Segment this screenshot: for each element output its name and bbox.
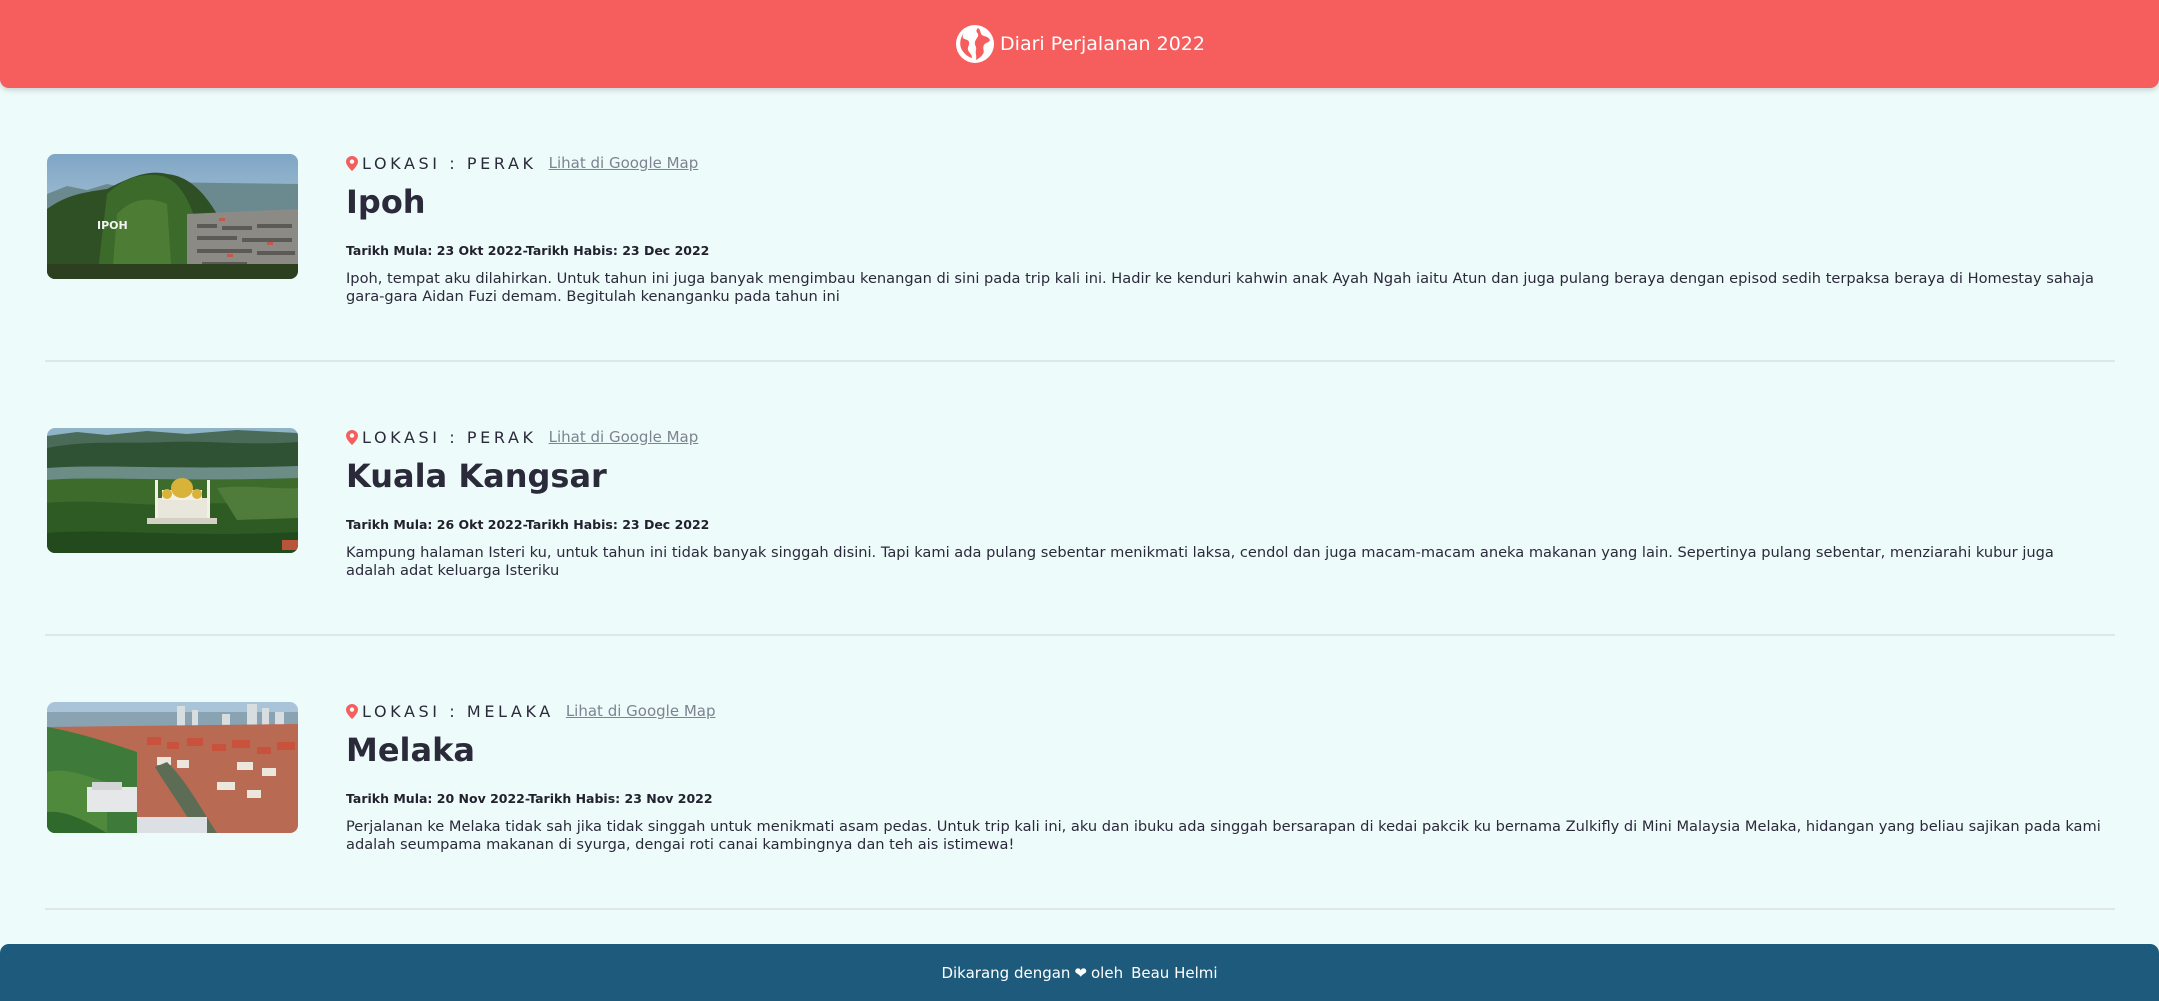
google-map-link[interactable]: Lihat di Google Map [549,428,699,446]
site-footer: Dikarang dengan ❤ oleh Beau Helmi [0,944,2159,1001]
site-header: Diari Perjalanan 2022 [0,0,2159,88]
footer-by: oleh [1091,963,1124,982]
location-label: LOKASI : MELAKA [362,701,554,721]
heart-icon: ❤ [1074,963,1087,982]
entry-info: LOKASI : MELAKA Lihat di Google Map Mela… [346,700,2105,854]
map-pin-icon [346,429,358,445]
site-title: Diari Perjalanan 2022 [1000,33,1205,55]
google-map-link[interactable]: Lihat di Google Map [549,154,699,172]
trip-description: Ipoh, tempat aku dilahirkan. Untuk tahun… [346,270,2094,305]
place-title: Kuala Kangsar [346,457,607,495]
entry-card: LOKASI : PERAK Lihat di Google Map Kuala… [45,362,2115,636]
entry-card: IPOH LOKASI : PERAK Lihat di Google Map … [45,88,2115,362]
entry-card: LOKASI : MELAKA Lihat di Google Map Mela… [45,636,2115,910]
trip-dates: Tarikh Mula: 20 Nov 2022-Tarikh Habis: 2… [346,791,713,806]
footer-author: Beau Helmi [1131,963,1218,982]
location-label: LOKASI : PERAK [362,153,537,173]
map-pin-icon [346,155,358,171]
location-line: LOKASI : PERAK Lihat di Google Map [346,426,2105,448]
trip-description: Kampung halaman Isteri ku, untuk tahun i… [346,544,2054,579]
entry-image-melaka [47,702,298,833]
google-map-link[interactable]: Lihat di Google Map [566,702,716,720]
place-title: Ipoh [346,183,426,221]
footer-made-with: Dikarang dengan [941,963,1071,982]
trip-description: Perjalanan ke Melaka tidak sah jika tida… [346,818,2101,853]
place-title: Melaka [346,731,475,769]
entry-image-ipoh: IPOH [47,154,298,279]
entry-image-kuala-kangsar [47,428,298,553]
trip-dates: Tarikh Mula: 26 Okt 2022-Tarikh Habis: 2… [346,517,710,532]
entry-info: LOKASI : PERAK Lihat di Google Map Kuala… [346,426,2105,580]
ipoh-sign-text: IPOH [97,219,128,232]
entry-info: LOKASI : PERAK Lihat di Google Map Ipoh … [346,152,2105,306]
location-label: LOKASI : PERAK [362,427,537,447]
location-line: LOKASI : MELAKA Lihat di Google Map [346,700,2105,722]
location-line: LOKASI : PERAK Lihat di Google Map [346,152,2105,174]
globe-icon [956,25,995,63]
entry-list: IPOH LOKASI : PERAK Lihat di Google Map … [45,88,2115,910]
map-pin-icon [346,703,358,719]
trip-dates: Tarikh Mula: 23 Okt 2022-Tarikh Habis: 2… [346,243,710,258]
